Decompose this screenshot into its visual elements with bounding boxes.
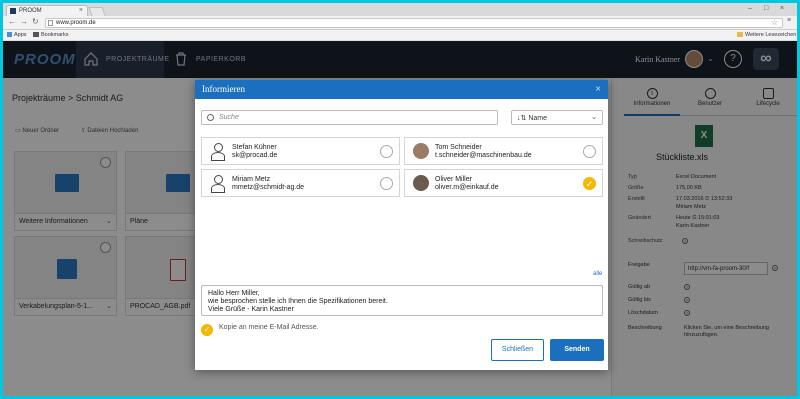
message-textarea[interactable]: Hallo Herr Miller, wie besprochen stelle… (201, 285, 603, 316)
dialog-header: Informieren × (195, 80, 608, 99)
favicon-icon (10, 8, 16, 14)
copy-option[interactable]: ✓ Kopie an meine E-Mail Adresse. (201, 324, 319, 336)
page-icon (48, 20, 53, 26)
url-text: www.proom.de (56, 20, 96, 26)
informieren-dialog: Informieren × Suche ↓⇅ Name ⌄ Stefan Küh… (195, 80, 608, 370)
new-tab-button[interactable] (88, 7, 106, 16)
minimize-icon[interactable]: – (748, 5, 752, 12)
address-bar-row: ← → ↻ www.proom.de ☆ ≡ (3, 16, 797, 30)
user-card[interactable]: Stefan Kühner sk@procad.de (201, 137, 400, 165)
sort-label: Name (528, 115, 547, 122)
user-card[interactable]: Tom Schneider t.schneider@maschinenbau.d… (404, 137, 603, 165)
user-card[interactable]: Oliver Miller oliver.m@einkauf.de ✓ (404, 169, 603, 197)
avatar (413, 143, 429, 159)
user-name: Miriam Metz (232, 176, 271, 183)
browser-window: PROOM × – □ × ← → ↻ www.proom.de ☆ ≡ App… (3, 3, 797, 396)
bookmarks-bar: Apps Bookmarks Weitere Lesezeichen (3, 30, 797, 41)
send-button[interactable]: Senden (550, 339, 604, 361)
forward-icon[interactable]: → (20, 17, 28, 26)
user-email: oliver.m@einkauf.de (435, 184, 499, 191)
star-icon (33, 32, 39, 37)
apps-icon (7, 32, 12, 37)
checked-checkbox[interactable]: ✓ (583, 177, 596, 190)
tab-title: PROOM (19, 8, 42, 14)
bookmark-bookmarks[interactable]: Bookmarks (33, 32, 69, 38)
checked-checkbox[interactable]: ✓ (201, 324, 213, 336)
url-input[interactable]: www.proom.de ☆ (45, 18, 783, 28)
select-checkbox[interactable] (380, 177, 393, 190)
folder-icon (737, 32, 743, 37)
tab-bar: PROOM × – □ × (3, 3, 797, 16)
search-icon (207, 114, 214, 121)
close-icon[interactable]: × (595, 80, 601, 99)
user-name: Oliver Miller (435, 176, 472, 183)
back-icon[interactable]: ← (8, 17, 16, 26)
user-email: t.schneider@maschinenbau.de (435, 152, 532, 159)
close-button[interactable]: Schließen (491, 339, 544, 361)
person-icon (211, 143, 225, 161)
sort-select[interactable]: ↓⇅ Name ⌄ (511, 110, 603, 125)
maximize-icon[interactable]: □ (764, 5, 768, 12)
avatar (413, 175, 429, 191)
bookmark-apps[interactable]: Apps (7, 32, 27, 38)
menu-icon[interactable]: ≡ (787, 17, 791, 24)
person-icon (211, 175, 225, 193)
select-all-link[interactable]: alle (593, 271, 602, 277)
user-card[interactable]: Miriam Metz mmetz@schmidt-ag.de (201, 169, 400, 197)
other-bookmarks[interactable]: Weitere Lesezeichen (737, 32, 796, 38)
dialog-title: Informieren (202, 84, 245, 94)
search-placeholder: Suche (219, 114, 239, 121)
reload-icon[interactable]: ↻ (32, 17, 39, 26)
sort-icon: ↓⇅ (517, 115, 529, 122)
copy-label: Kopie an meine E-Mail Adresse. (219, 324, 319, 331)
user-email: sk@procad.de (232, 152, 278, 159)
message-line: Viele Grüße - Karin Kastner (208, 306, 294, 313)
close-tab-icon[interactable]: × (79, 6, 83, 16)
select-checkbox[interactable] (380, 145, 393, 158)
select-checkbox[interactable] (583, 145, 596, 158)
browser-tab[interactable]: PROOM × (6, 5, 88, 16)
user-email: mmetz@schmidt-ag.de (232, 184, 305, 191)
message-line: wie besprochen stelle ich Ihnen die Spez… (208, 298, 388, 305)
star-icon[interactable]: ☆ (771, 19, 778, 27)
user-name: Stefan Kühner (232, 144, 277, 151)
search-input[interactable]: Suche (201, 110, 498, 125)
user-name: Tom Schneider (435, 144, 482, 151)
close-window-icon[interactable]: × (780, 5, 784, 12)
message-line: Hallo Herr Miller, (208, 290, 260, 297)
chevron-down-icon: ⌄ (591, 114, 597, 121)
